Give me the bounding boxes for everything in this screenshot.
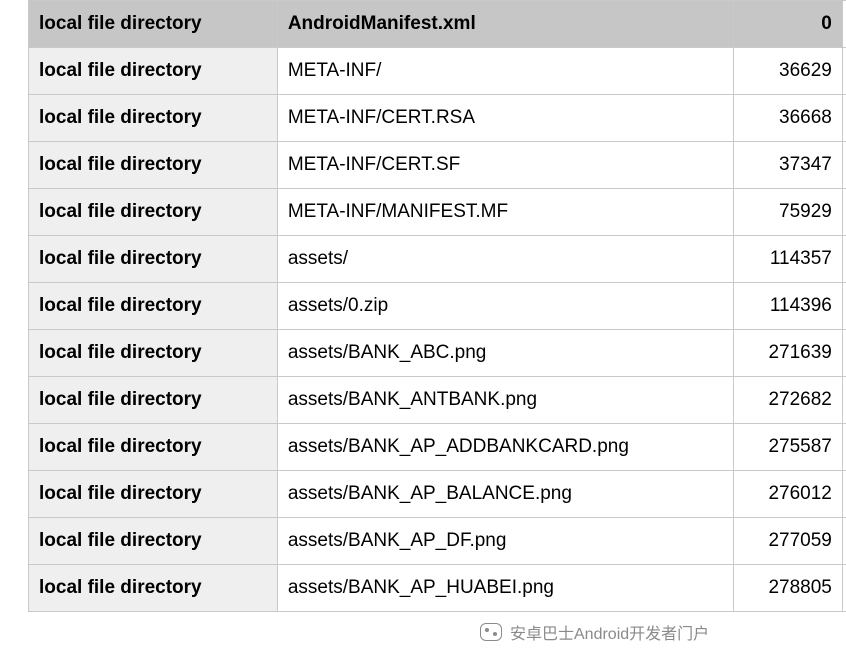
row-path: META-INF/CERT.RSA	[277, 95, 733, 142]
table-row: local file directory assets/BANK_AP_ADDB…	[29, 424, 846, 471]
row-extra	[842, 330, 846, 377]
row-num: 114396	[734, 283, 843, 330]
row-path: assets/BANK_ABC.png	[277, 330, 733, 377]
row-extra	[842, 565, 846, 612]
table-row: local file directory assets/ 114357	[29, 236, 846, 283]
row-num: 278805	[734, 565, 843, 612]
row-path: META-INF/CERT.SF	[277, 142, 733, 189]
row-extra	[842, 471, 846, 518]
table-row: local file directory assets/BANK_ABC.png…	[29, 330, 846, 377]
row-num: 271639	[734, 330, 843, 377]
table-row: local file directory assets/BANK_AP_DF.p…	[29, 518, 846, 565]
row-extra	[842, 518, 846, 565]
wechat-icon	[480, 623, 502, 641]
row-label: local file directory	[29, 236, 278, 283]
table-row: local file directory META-INF/MANIFEST.M…	[29, 189, 846, 236]
table-row: local file directory META-INF/ 36629	[29, 48, 846, 95]
row-path: META-INF/	[277, 48, 733, 95]
watermark: 安卓巴士Android开发者门户	[480, 620, 709, 644]
row-num: 277059	[734, 518, 843, 565]
row-num: 272682	[734, 377, 843, 424]
row-extra	[842, 142, 846, 189]
header-label: local file directory	[29, 1, 278, 48]
row-path: assets/0.zip	[277, 283, 733, 330]
table-row: local file directory assets/BANK_ANTBANK…	[29, 377, 846, 424]
table-row: local file directory META-INF/CERT.SF 37…	[29, 142, 846, 189]
row-path: assets/BANK_AP_ADDBANKCARD.png	[277, 424, 733, 471]
row-path: assets/BANK_AP_BALANCE.png	[277, 471, 733, 518]
row-label: local file directory	[29, 142, 278, 189]
row-extra	[842, 189, 846, 236]
table-header-row: local file directory AndroidManifest.xml…	[29, 1, 846, 48]
row-label: local file directory	[29, 471, 278, 518]
row-path: assets/BANK_AP_HUABEI.png	[277, 565, 733, 612]
row-label: local file directory	[29, 565, 278, 612]
header-path: AndroidManifest.xml	[277, 1, 733, 48]
row-path: META-INF/MANIFEST.MF	[277, 189, 733, 236]
row-num: 275587	[734, 424, 843, 471]
row-label: local file directory	[29, 330, 278, 377]
row-extra	[842, 283, 846, 330]
row-num: 36629	[734, 48, 843, 95]
row-num: 276012	[734, 471, 843, 518]
table-row: local file directory assets/BANK_AP_BALA…	[29, 471, 846, 518]
row-path: assets/	[277, 236, 733, 283]
header-num: 0	[734, 1, 843, 48]
row-extra	[842, 377, 846, 424]
row-extra	[842, 95, 846, 142]
row-path: assets/BANK_AP_DF.png	[277, 518, 733, 565]
table-row: local file directory assets/0.zip 114396	[29, 283, 846, 330]
row-num: 75929	[734, 189, 843, 236]
row-label: local file directory	[29, 424, 278, 471]
watermark-text: 安卓巴士Android开发者门户	[510, 620, 709, 644]
row-label: local file directory	[29, 283, 278, 330]
row-label: local file directory	[29, 518, 278, 565]
row-label: local file directory	[29, 95, 278, 142]
table-row: local file directory assets/BANK_AP_HUAB…	[29, 565, 846, 612]
row-path: assets/BANK_ANTBANK.png	[277, 377, 733, 424]
row-extra	[842, 236, 846, 283]
row-extra	[842, 424, 846, 471]
row-num: 36668	[734, 95, 843, 142]
row-num: 37347	[734, 142, 843, 189]
file-table: local file directory AndroidManifest.xml…	[28, 0, 846, 612]
table-row: local file directory META-INF/CERT.RSA 3…	[29, 95, 846, 142]
row-label: local file directory	[29, 189, 278, 236]
row-extra	[842, 48, 846, 95]
header-extra	[842, 1, 846, 48]
row-label: local file directory	[29, 48, 278, 95]
row-num: 114357	[734, 236, 843, 283]
row-label: local file directory	[29, 377, 278, 424]
